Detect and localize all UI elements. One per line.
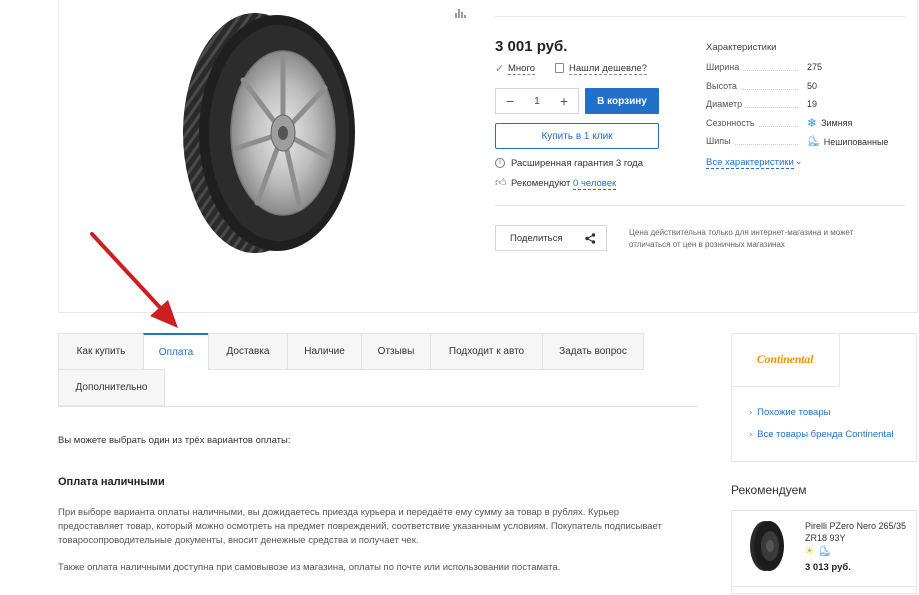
- characteristics-list: Ширина 275 Высота 50 Диаметр 19 Сезонность ❄…: [706, 62, 896, 155]
- share-button[interactable]: Поделиться: [495, 225, 607, 251]
- brand-logo-box[interactable]: Continental: [731, 333, 840, 387]
- chevron-right-icon: ›: [749, 407, 753, 418]
- buy-one-click-button[interactable]: Купить в 1 клик: [495, 123, 659, 149]
- season-icons: ☀ ⛸: [805, 546, 831, 557]
- char-row: Сезонность ❄ Зимняя: [706, 115, 896, 137]
- char-name: Сезонность: [706, 117, 758, 128]
- check-icon: ✓: [495, 63, 505, 75]
- divider: [495, 205, 905, 206]
- chevron-down-icon[interactable]: ⌄: [795, 156, 803, 167]
- all-brand-products-link[interactable]: › Все товары бренда Continental: [749, 429, 893, 440]
- tab-delivery[interactable]: Доставка: [208, 333, 288, 370]
- quantity-stepper[interactable]: − 1 +: [495, 88, 579, 114]
- all-characteristics-link[interactable]: Все характеристики: [706, 157, 794, 169]
- snowflake-icon: ❄: [807, 115, 818, 130]
- recommended-item-price: 3 013 руб.: [805, 562, 851, 573]
- continental-logo: Continental: [756, 352, 814, 366]
- decrease-button[interactable]: −: [504, 93, 516, 109]
- char-name: Ширина: [706, 62, 743, 72]
- divider: [731, 586, 917, 587]
- char-value: 19: [807, 99, 818, 110]
- stock-status[interactable]: Много: [508, 63, 535, 75]
- similar-products-link[interactable]: › Похожие товары: [749, 407, 830, 418]
- product-price: 3 001 руб.: [495, 38, 568, 55]
- tab-how-to-buy[interactable]: Как купить: [58, 333, 144, 370]
- cash-heading: Оплата наличными: [58, 476, 165, 488]
- share-icon: [585, 232, 596, 244]
- tab-ask-question[interactable]: Задать вопрос: [542, 333, 644, 370]
- cash-description-2: Также оплата наличными доступна при само…: [58, 562, 561, 573]
- add-to-cart-button[interactable]: В корзину: [585, 88, 659, 114]
- recommend-text: Рекомендуют 0 человек: [511, 178, 617, 190]
- char-row: Высота 50: [706, 80, 896, 100]
- share-label: Поделиться: [510, 232, 563, 244]
- char-name: Высота: [706, 80, 740, 91]
- char-row: Диаметр 19: [706, 99, 896, 118]
- red-arrow-annotation: [90, 232, 178, 328]
- payment-intro: Вы можете выбрать один из трёх вариантов…: [58, 435, 291, 446]
- stats-icon[interactable]: [455, 8, 467, 18]
- recommended-tire-image[interactable]: [748, 520, 786, 572]
- recommend-count-link[interactable]: 0 человек: [573, 178, 617, 190]
- calendar-icon: [555, 63, 564, 73]
- tab-payment[interactable]: Оплата: [143, 333, 209, 370]
- recommend-prefix: Рекомендуют: [511, 178, 574, 189]
- tab-reviews[interactable]: Отзывы: [361, 333, 431, 370]
- no-studs-icon: ⛸: [807, 136, 820, 148]
- tab-bar: Как купить Оплата Доставка Наличие Отзыв…: [58, 333, 698, 407]
- info-icon: i: [495, 158, 505, 168]
- char-value: ⛸ Нешипованные: [807, 136, 889, 148]
- char-row: Шипы ⛸ Нешипованные: [706, 136, 896, 155]
- char-value: ❄ Зимняя: [807, 115, 853, 130]
- char-value: 275: [807, 62, 823, 72]
- divider: [58, 406, 698, 407]
- no-studs-icon: ⛸: [817, 546, 831, 557]
- cash-description: При выборе варианта оплаты наличными, вы…: [58, 507, 662, 546]
- char-name: Шипы: [706, 136, 734, 147]
- recommended-title: Рекомендуем: [731, 483, 807, 497]
- chevron-right-icon: ›: [749, 429, 753, 440]
- quantity-value[interactable]: 1: [534, 96, 540, 107]
- char-value: 50: [807, 80, 818, 91]
- found-cheaper-link[interactable]: Нашли дешевле?: [569, 63, 647, 75]
- price-note: Цена действительна только для интернет-м…: [629, 228, 854, 249]
- recommended-item-name[interactable]: Pirelli PZero Nero 265/35 ZR18 93Y: [805, 521, 910, 544]
- increase-button[interactable]: +: [558, 93, 570, 109]
- tab-fits-car[interactable]: Подходит к авто: [430, 333, 543, 370]
- tab-availability[interactable]: Наличие: [287, 333, 362, 370]
- char-name: Диаметр: [706, 99, 746, 110]
- char-row: Ширина 275: [706, 62, 896, 81]
- divider: [495, 16, 905, 17]
- sun-icon: ☀: [805, 546, 814, 557]
- thumbs-up-icon[interactable]: 👍︎: [495, 176, 507, 189]
- tab-additional[interactable]: Дополнительно: [58, 369, 165, 406]
- warranty-text: Расширенная гарантия 3 года: [511, 158, 643, 169]
- characteristics-title: Характеристики: [706, 42, 777, 53]
- product-tire-image[interactable]: [175, 8, 365, 258]
